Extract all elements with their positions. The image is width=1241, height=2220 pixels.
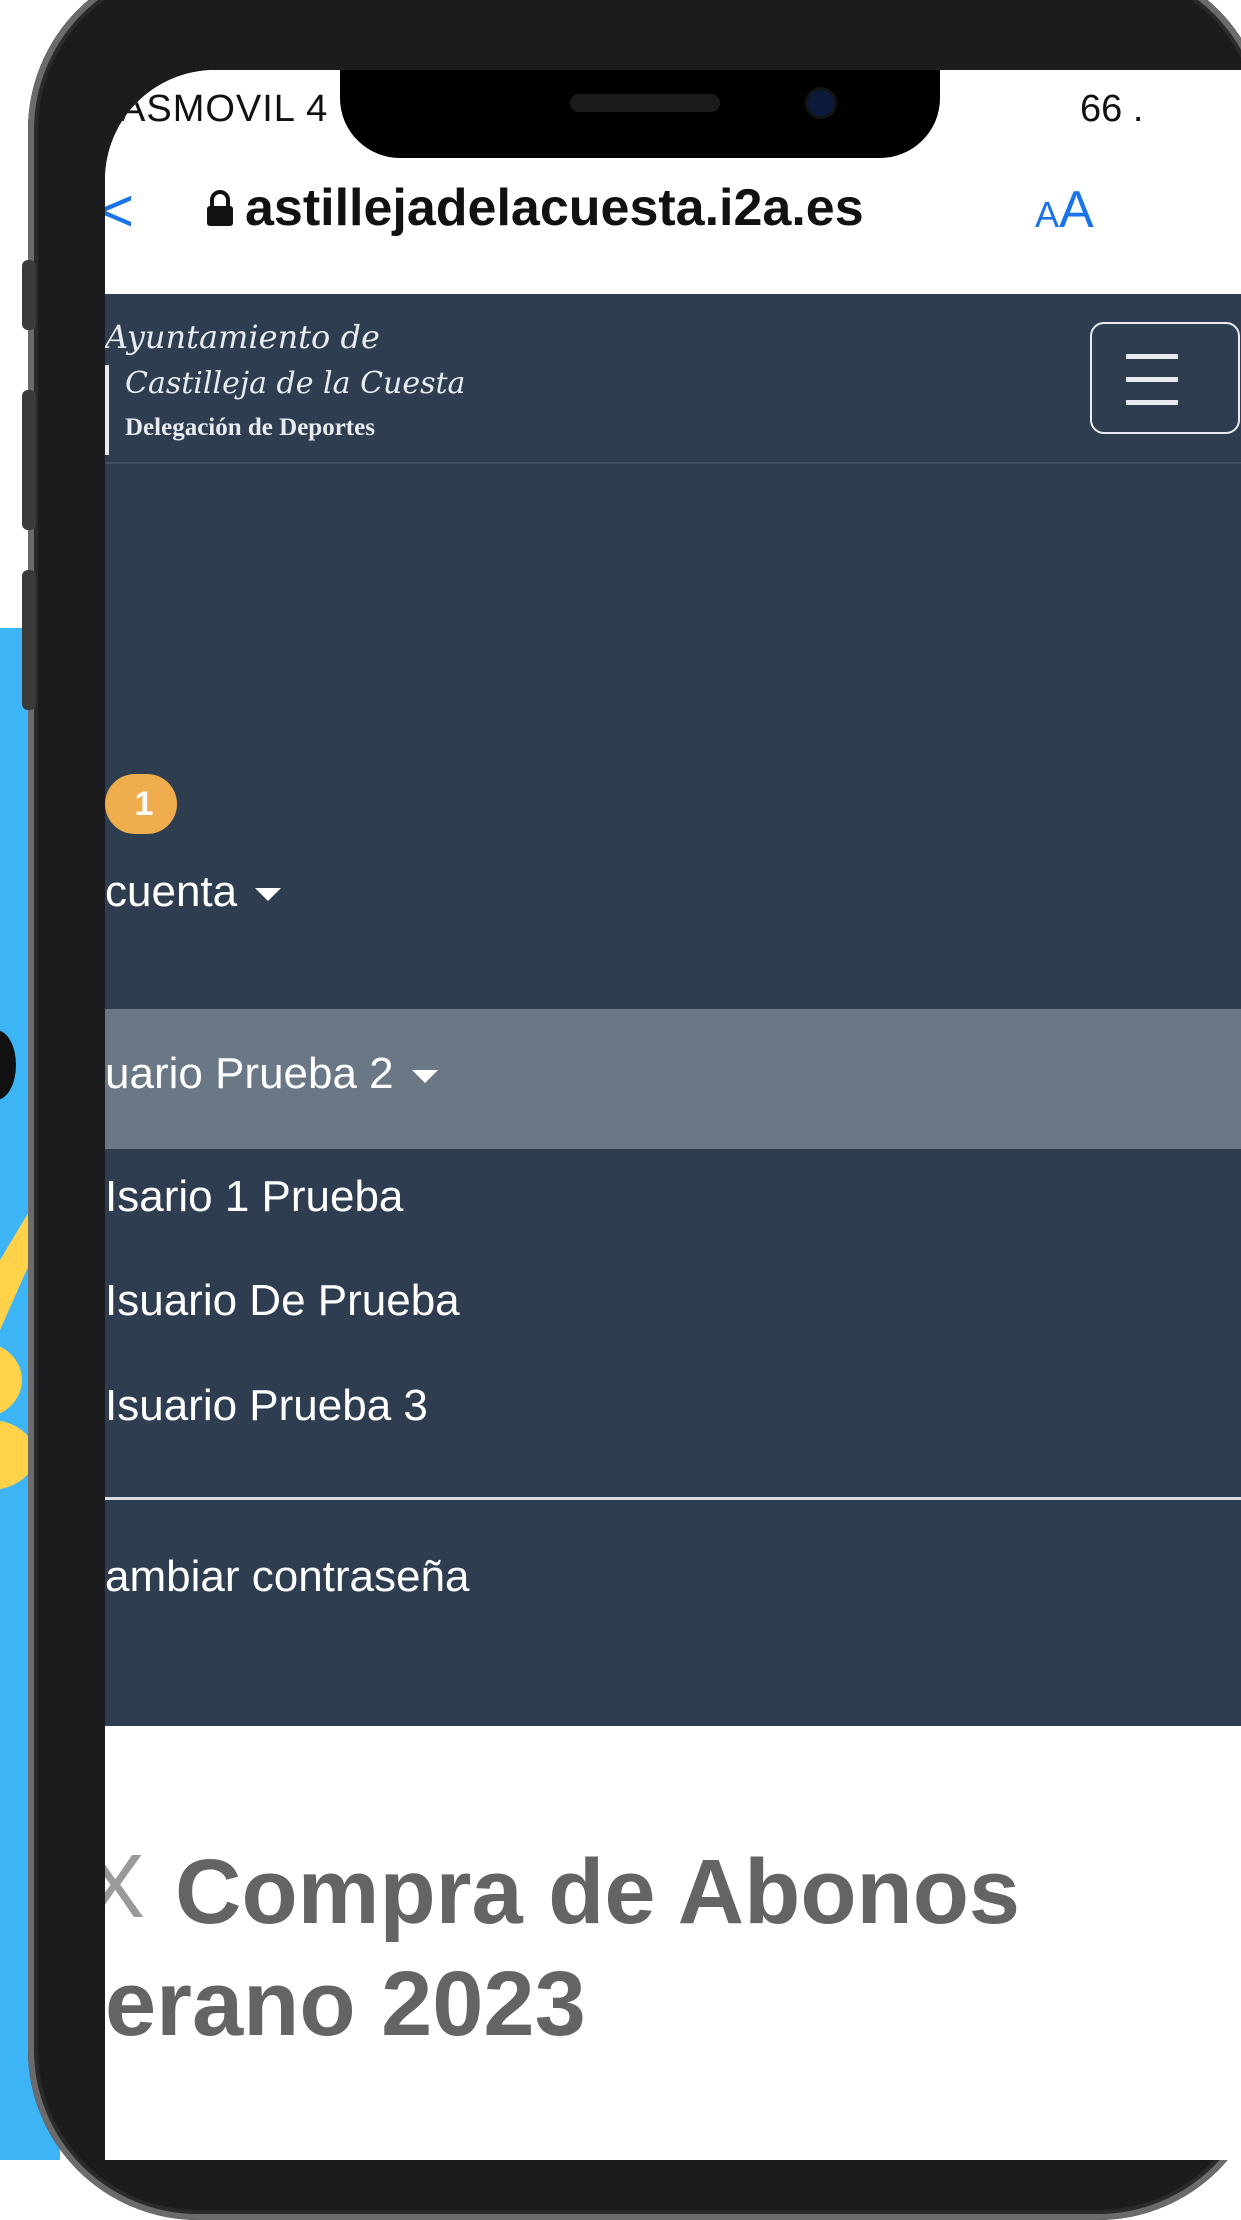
browser-back-icon[interactable]: < [105,176,134,245]
site-logo[interactable]: Ayuntamiento de Castilleja de la Cuesta … [105,310,465,455]
page-content: X Compra de Abonos erano 2023 [105,1726,1241,2160]
logo-line-3: Delegación de Deportes [125,414,375,441]
navbar: Ayuntamiento de Castilleja de la Cuesta … [105,294,1241,1726]
speaker-grille [570,94,720,112]
front-camera [808,90,834,116]
phone-screen: ASMOVIL 4 66 . < astillejadelacuesta.i2a… [105,70,1241,2160]
user-menu-item[interactable]: Isuario De Prueba [105,1276,460,1326]
hamburger-menu-button[interactable] [1090,322,1240,434]
mute-switch [22,260,36,330]
logo-line-2: Castilleja de la Cuesta [125,366,466,401]
caret-down-icon [411,1069,438,1083]
url-text[interactable]: astillejadelacuesta.i2a.es [245,178,864,238]
page-title-line-1: Compra de Abonos [175,1841,1021,1943]
volume-up-button [22,390,36,530]
volume-down-button [22,570,36,710]
hamburger-line [1126,354,1178,359]
user-menu-item[interactable]: Isuario Prueba 3 [105,1381,428,1431]
caret-down-icon [255,887,282,901]
user-menu-item[interactable]: Isario 1 Prueba [105,1172,403,1222]
status-bar: ASMOVIL 4 66 . [105,70,1241,170]
lock-icon [207,190,233,226]
hamburger-line [1126,400,1178,405]
phone-notch [340,70,940,158]
page-title-line-2: erano 2023 [105,1953,586,2055]
change-password-link[interactable]: ambiar contraseña [105,1552,469,1602]
logo-emblem [105,365,109,455]
logo-line-1: Ayuntamiento de [105,318,380,356]
carrier-label: ASMOVIL 4 [120,88,329,130]
menu-separator [105,1497,1241,1500]
notification-badge[interactable]: 1 [105,774,177,834]
account-dropdown[interactable]: cuenta [105,867,282,917]
navbar-divider [105,462,1241,464]
page-title: Compra de Abonos erano 2023 [105,1836,1241,2060]
battery-percentage: 66 . [1080,88,1144,130]
active-user-dropdown[interactable]: uario Prueba 2 [105,1049,438,1099]
hamburger-line [1126,377,1178,382]
text-size-button[interactable]: AA [1035,180,1094,240]
